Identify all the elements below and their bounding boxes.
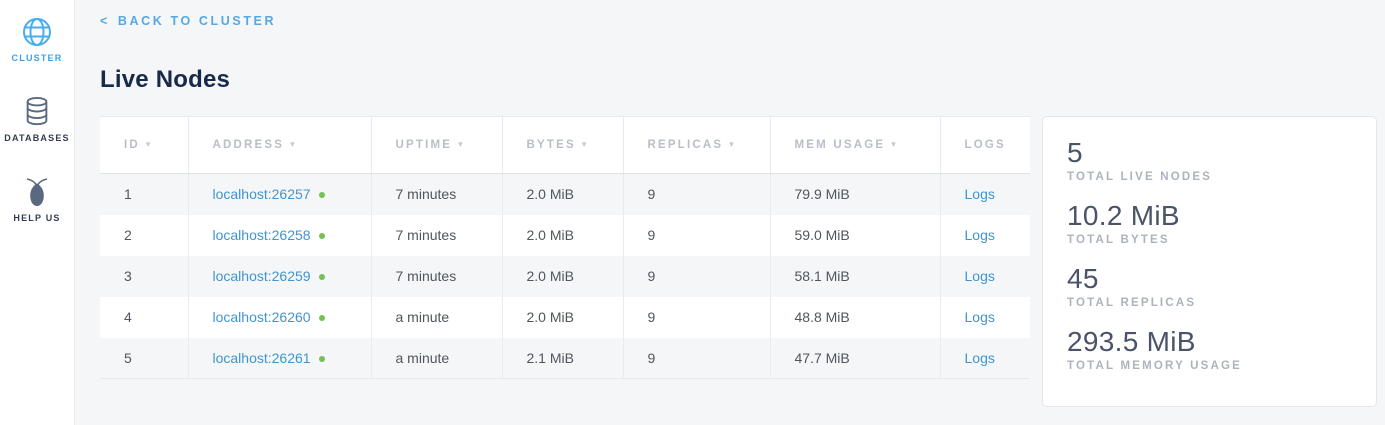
node-id-cell: 5 [100, 338, 188, 379]
node-uptime-cell: a minute [371, 338, 502, 379]
node-uptime-cell: 7 minutes [371, 215, 502, 256]
sidebar-item-databases[interactable]: DATABASES [4, 95, 69, 143]
sidebar-item-help-us[interactable]: HELP US [13, 175, 60, 223]
node-logs-cell: Logs [940, 297, 1030, 338]
stat-value: 10.2 MiB [1067, 198, 1352, 233]
sidebar-item-cluster[interactable]: CLUSTER [12, 15, 63, 63]
node-uptime-cell: 7 minutes [371, 174, 502, 215]
stat-value: 5 [1067, 135, 1352, 170]
sidebar-item-label: CLUSTER [12, 53, 63, 63]
column-header-mem-usage[interactable]: MEM USAGE▾ [770, 117, 940, 174]
globe-icon [21, 15, 53, 49]
node-id-cell: 1 [100, 174, 188, 215]
sort-arrow-icon: ▾ [146, 139, 153, 149]
sidebar-item-label: DATABASES [4, 133, 69, 143]
node-address-cell: localhost:26261 [188, 338, 371, 379]
main-content: < BACK TO CLUSTER Live Nodes ID▾ ADDRESS▾… [76, 0, 1385, 425]
node-address-cell: localhost:26257 [188, 174, 371, 215]
node-logs-link[interactable]: Logs [965, 186, 995, 202]
node-address-link[interactable]: localhost:26260 [213, 309, 311, 325]
back-to-cluster-link[interactable]: < BACK TO CLUSTER [100, 14, 276, 28]
stat-label: TOTAL LIVE NODES [1067, 171, 1352, 183]
column-header-uptime[interactable]: UPTIME▾ [371, 117, 502, 174]
sort-arrow-icon: ▾ [891, 139, 898, 149]
node-replicas-cell: 9 [623, 256, 770, 297]
node-address-link[interactable]: localhost:26261 [213, 350, 311, 366]
sidebar-item-label: HELP US [13, 213, 60, 223]
node-bytes-cell: 2.0 MiB [502, 256, 623, 297]
node-replicas-cell: 9 [623, 297, 770, 338]
node-live-status-dot [319, 356, 325, 362]
node-uptime-cell: a minute [371, 297, 502, 338]
stat-label: TOTAL MEMORY USAGE [1067, 360, 1352, 372]
node-id-cell: 3 [100, 256, 188, 297]
node-mem-usage-cell: 79.9 MiB [770, 174, 940, 215]
node-replicas-cell: 9 [623, 174, 770, 215]
node-address-cell: localhost:26260 [188, 297, 371, 338]
node-logs-link[interactable]: Logs [965, 309, 995, 325]
cluster-summary-panel: 5 TOTAL LIVE NODES 10.2 MiB TOTAL BYTES … [1042, 116, 1377, 407]
column-header-id[interactable]: ID▾ [100, 117, 188, 174]
node-address-cell: localhost:26259 [188, 256, 371, 297]
table-row: 1 localhost:26257 7 minutes 2.0 MiB 9 79… [100, 174, 1030, 215]
live-nodes-table: ID▾ ADDRESS▾ UPTIME▾ BYTES▾ REPLICAS▾ ME… [100, 116, 1030, 379]
node-logs-cell: Logs [940, 338, 1030, 379]
bug-icon [21, 175, 53, 209]
stat-total-live-nodes: 5 TOTAL LIVE NODES [1067, 135, 1352, 183]
node-id-cell: 4 [100, 297, 188, 338]
stat-total-replicas: 45 TOTAL REPLICAS [1067, 261, 1352, 309]
sort-arrow-icon: ▾ [582, 139, 589, 149]
node-logs-link[interactable]: Logs [965, 350, 995, 366]
node-logs-cell: Logs [940, 256, 1030, 297]
node-address-cell: localhost:26258 [188, 215, 371, 256]
column-header-address[interactable]: ADDRESS▾ [188, 117, 371, 174]
node-address-link[interactable]: localhost:26257 [213, 186, 311, 202]
node-bytes-cell: 2.0 MiB [502, 215, 623, 256]
sort-arrow-icon: ▾ [290, 139, 297, 149]
node-live-status-dot [319, 233, 325, 239]
node-live-status-dot [319, 192, 325, 198]
node-id-cell: 2 [100, 215, 188, 256]
node-logs-link[interactable]: Logs [965, 227, 995, 243]
table-row: 4 localhost:26260 a minute 2.0 MiB 9 48.… [100, 297, 1030, 338]
node-live-status-dot [319, 315, 325, 321]
node-bytes-cell: 2.1 MiB [502, 338, 623, 379]
stat-label: TOTAL BYTES [1067, 234, 1352, 246]
node-replicas-cell: 9 [623, 215, 770, 256]
back-link-label: BACK TO CLUSTER [118, 14, 276, 28]
node-mem-usage-cell: 48.8 MiB [770, 297, 940, 338]
table-body: 1 localhost:26257 7 minutes 2.0 MiB 9 79… [100, 174, 1030, 379]
sidebar: CLUSTER DATABASES HELP US [0, 0, 75, 425]
column-header-replicas[interactable]: REPLICAS▾ [623, 117, 770, 174]
node-mem-usage-cell: 58.1 MiB [770, 256, 940, 297]
stat-value: 293.5 MiB [1067, 324, 1352, 359]
stat-total-bytes: 10.2 MiB TOTAL BYTES [1067, 198, 1352, 246]
node-live-status-dot [319, 274, 325, 280]
table-header-row: ID▾ ADDRESS▾ UPTIME▾ BYTES▾ REPLICAS▾ ME… [100, 117, 1030, 174]
stat-value: 45 [1067, 261, 1352, 296]
node-logs-cell: Logs [940, 174, 1030, 215]
back-chevron-icon: < [100, 14, 110, 28]
table-row: 3 localhost:26259 7 minutes 2.0 MiB 9 58… [100, 256, 1030, 297]
node-logs-cell: Logs [940, 215, 1030, 256]
column-header-bytes[interactable]: BYTES▾ [502, 117, 623, 174]
database-icon [22, 95, 52, 129]
node-logs-link[interactable]: Logs [965, 268, 995, 284]
node-address-link[interactable]: localhost:26258 [213, 227, 311, 243]
sort-arrow-icon: ▾ [458, 139, 465, 149]
node-uptime-cell: 7 minutes [371, 256, 502, 297]
node-address-link[interactable]: localhost:26259 [213, 268, 311, 284]
node-bytes-cell: 2.0 MiB [502, 174, 623, 215]
node-mem-usage-cell: 47.7 MiB [770, 338, 940, 379]
stat-total-memory-usage: 293.5 MiB TOTAL MEMORY USAGE [1067, 324, 1352, 372]
sort-arrow-icon: ▾ [729, 139, 736, 149]
node-mem-usage-cell: 59.0 MiB [770, 215, 940, 256]
table-row: 2 localhost:26258 7 minutes 2.0 MiB 9 59… [100, 215, 1030, 256]
node-replicas-cell: 9 [623, 338, 770, 379]
column-header-logs: LOGS [940, 117, 1030, 174]
stat-label: TOTAL REPLICAS [1067, 297, 1352, 309]
table-row: 5 localhost:26261 a minute 2.1 MiB 9 47.… [100, 338, 1030, 379]
page-title: Live Nodes [100, 66, 1377, 94]
node-bytes-cell: 2.0 MiB [502, 297, 623, 338]
